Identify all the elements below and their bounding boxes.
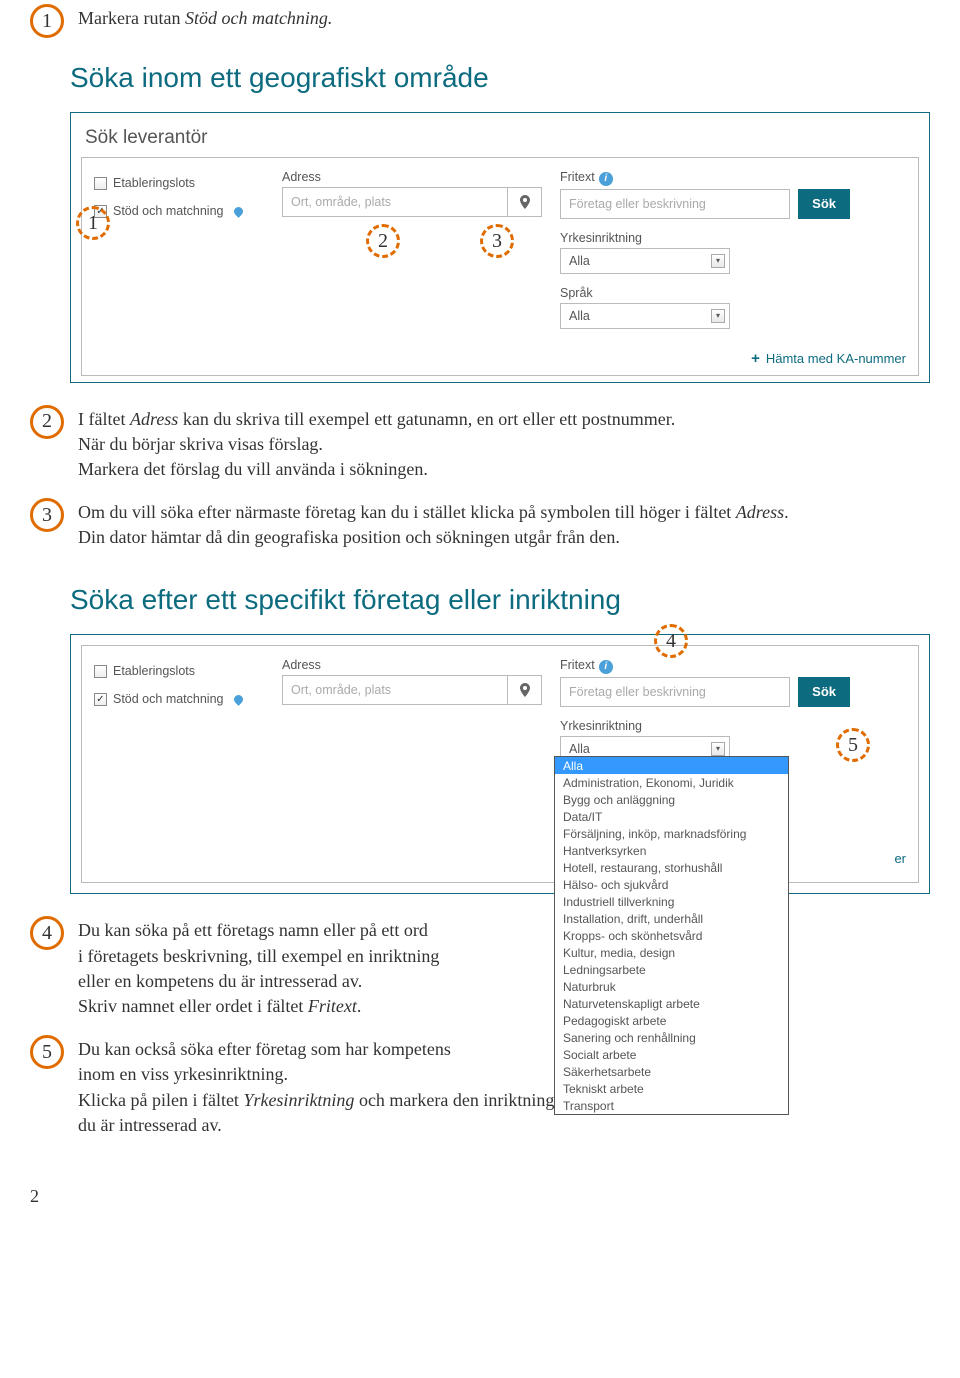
label-fritext: Fritexti: [560, 170, 850, 186]
ka-number-link[interactable]: +Hämta med KA-nummer: [751, 350, 906, 367]
search-button[interactable]: Sök: [798, 189, 850, 219]
checkbox-stod-matchning[interactable]: ✓Stöd och matchning: [94, 692, 264, 706]
step-marker-4: 4: [30, 916, 64, 950]
heading-specific-company: Söka efter ett specifikt företag eller i…: [70, 584, 930, 616]
label-adress: Adress: [282, 658, 542, 672]
adress-input[interactable]: Ort, område, plats: [282, 187, 508, 217]
dd-item[interactable]: Alla: [555, 757, 788, 774]
dd-item[interactable]: Sanering och renhållning: [555, 1029, 788, 1046]
dd-item[interactable]: Installation, drift, underhåll: [555, 910, 788, 927]
dd-item[interactable]: Naturbruk: [555, 978, 788, 995]
dd-item[interactable]: Transport: [555, 1097, 788, 1114]
sprak-select[interactable]: Alla▾: [560, 303, 730, 329]
search-panel-2: Etableringslots ✓Stöd och matchning Adre…: [70, 634, 930, 894]
label-yrkesinriktning: Yrkesinriktning: [560, 231, 850, 245]
dd-item[interactable]: Socialt arbete: [555, 1046, 788, 1063]
teardrop-icon: [232, 693, 245, 706]
dd-item[interactable]: Försäljning, inköp, marknadsföring: [555, 825, 788, 842]
label-adress: Adress: [282, 170, 542, 184]
step1-text: Markera rutan Stöd och matchning.: [78, 4, 332, 31]
checkbox-stod-matchning[interactable]: ✓Stöd och matchning: [94, 204, 264, 218]
geolocate-button[interactable]: [508, 675, 542, 705]
dd-item[interactable]: Hälso- och sjukvård: [555, 876, 788, 893]
dd-item[interactable]: Kropps- och skönhetsvård: [555, 927, 788, 944]
label-yrkesinriktning: Yrkesinriktning: [560, 719, 850, 733]
suffix-text: er: [894, 851, 906, 866]
dd-item[interactable]: Pedagogiskt arbete: [555, 1012, 788, 1029]
callout-3: 3: [480, 224, 514, 258]
dd-item[interactable]: Industriell tillverkning: [555, 893, 788, 910]
geolocate-button[interactable]: [508, 187, 542, 217]
dd-item[interactable]: Ledningsarbete: [555, 961, 788, 978]
step-marker-1: 1: [30, 4, 64, 38]
heading-geographic-search: Söka inom ett geografiskt område: [70, 62, 930, 94]
chevron-down-icon: ▾: [711, 309, 725, 323]
step-marker-2: 2: [30, 405, 64, 439]
map-pin-icon: [520, 195, 530, 209]
yrkesinriktning-dropdown[interactable]: Alla Administration, Ekonomi, Juridik By…: [554, 756, 789, 1115]
dd-item[interactable]: Tekniskt arbete: [555, 1080, 788, 1097]
label-sprak: Språk: [560, 286, 850, 300]
step3-text: Om du vill söka efter närmaste företag k…: [78, 498, 789, 550]
yrkesinriktning-select[interactable]: Alla▾: [560, 248, 730, 274]
dd-item[interactable]: Naturvetenskapligt arbete: [555, 995, 788, 1012]
panel-title: Sök leverantör: [81, 123, 919, 157]
chevron-down-icon: ▾: [711, 254, 725, 268]
dd-item[interactable]: Hotell, restaurang, storhushåll: [555, 859, 788, 876]
dd-item[interactable]: Administration, Ekonomi, Juridik: [555, 774, 788, 791]
adress-input[interactable]: Ort, område, plats: [282, 675, 508, 705]
step-marker-3: 3: [30, 498, 64, 532]
callout-2: 2: [366, 224, 400, 258]
fritext-input[interactable]: Företag eller beskrivning: [560, 677, 790, 707]
step5-text: Du kan också söka efter företag som har …: [78, 1035, 560, 1138]
info-icon[interactable]: i: [599, 172, 613, 186]
dd-item[interactable]: Säkerhetsarbete: [555, 1063, 788, 1080]
callout-4: 4: [654, 624, 688, 658]
dd-item[interactable]: Bygg och anläggning: [555, 791, 788, 808]
checkbox-etableringslots[interactable]: Etableringslots: [94, 664, 264, 678]
search-panel-1: Sök leverantör Etableringslots ✓Stöd och…: [70, 112, 930, 383]
dd-item[interactable]: Hantverksyrken: [555, 842, 788, 859]
callout-1: 1: [76, 206, 110, 240]
step4-text: Du kan söka på ett företags namn eller p…: [78, 916, 439, 1019]
map-pin-icon: [520, 683, 530, 697]
page-number: 2: [30, 1186, 930, 1207]
checkbox-etableringslots[interactable]: Etableringslots: [94, 176, 264, 190]
fritext-input[interactable]: Företag eller beskrivning: [560, 189, 790, 219]
step-marker-5: 5: [30, 1035, 64, 1069]
teardrop-icon: [232, 205, 245, 218]
chevron-down-icon: ▾: [711, 742, 725, 756]
dd-item[interactable]: Data/IT: [555, 808, 788, 825]
dd-item[interactable]: Kultur, media, design: [555, 944, 788, 961]
step2-text: I fältet Adress kan du skriva till exemp…: [78, 405, 675, 483]
label-fritext: Fritexti: [560, 658, 850, 674]
search-button[interactable]: Sök: [798, 677, 850, 707]
info-icon[interactable]: i: [599, 660, 613, 674]
